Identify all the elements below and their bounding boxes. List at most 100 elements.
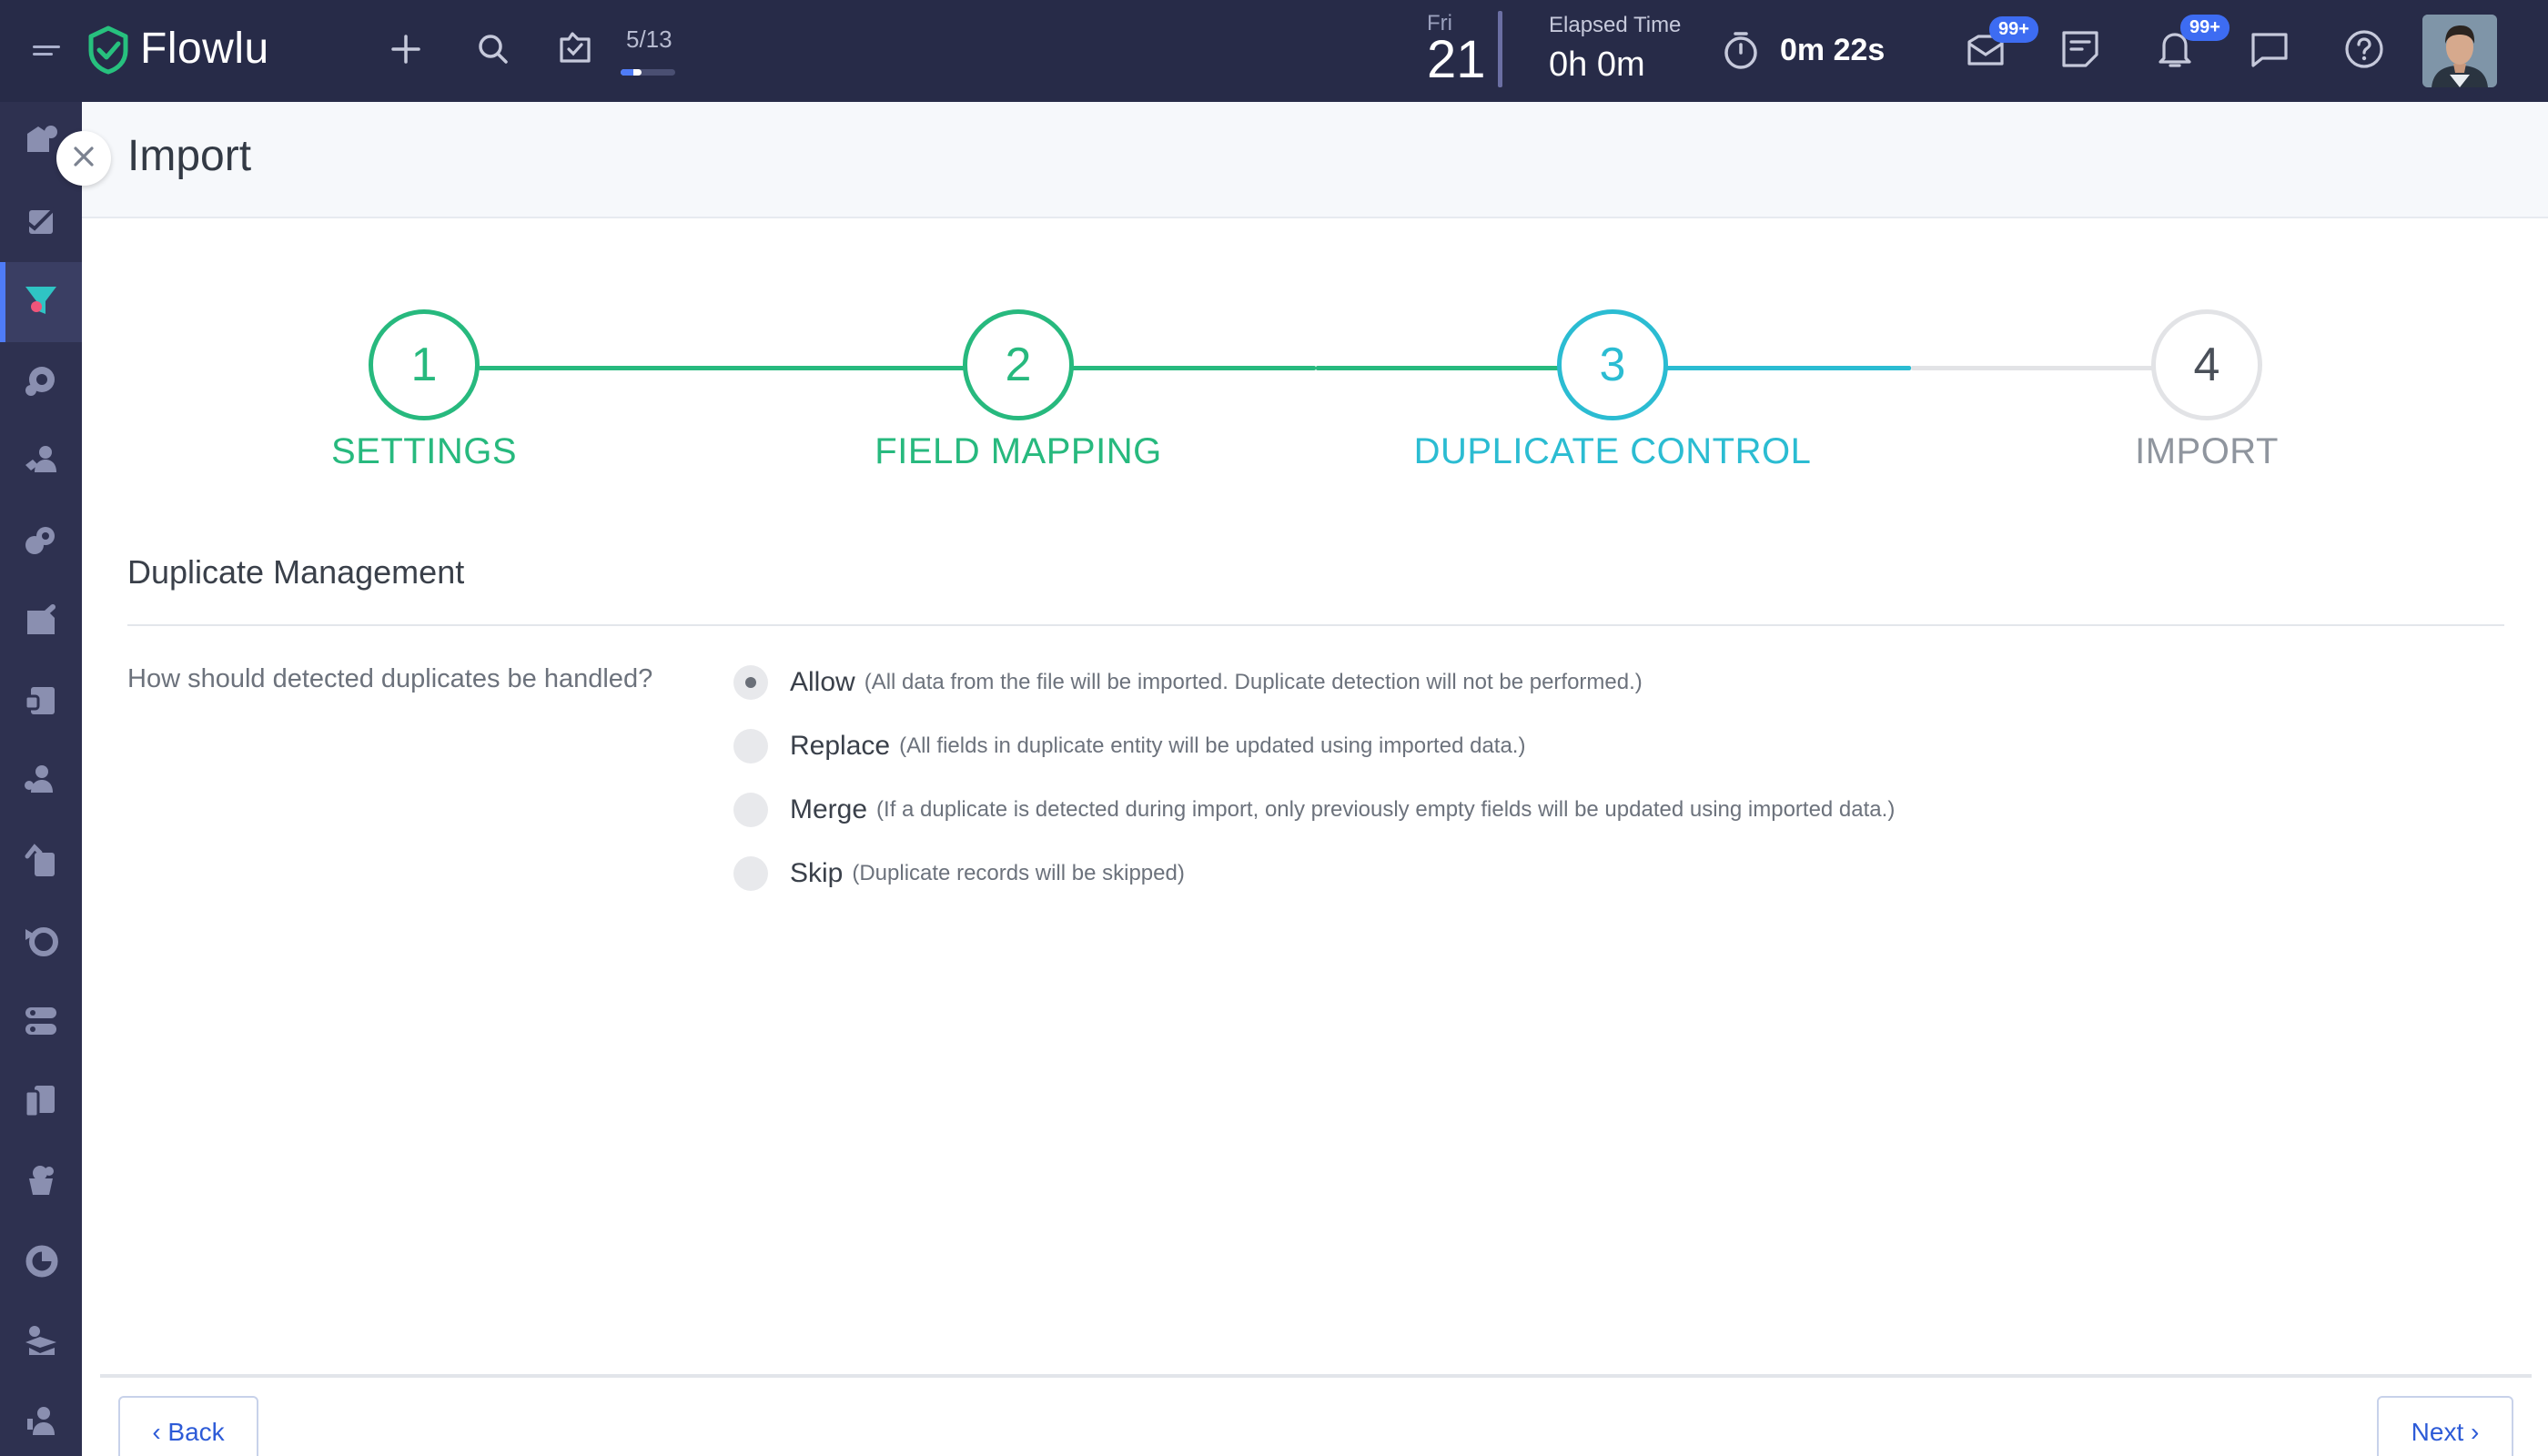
- footer-divider: [100, 1374, 2532, 1378]
- section-divider: [127, 624, 2504, 626]
- onboarding-progress-fill: [621, 69, 642, 76]
- timer-icon[interactable]: [1720, 29, 1762, 71]
- step-4-circle[interactable]: 4: [2151, 309, 2262, 420]
- option-merge[interactable]: Merge (If a duplicate is detected during…: [733, 790, 1895, 830]
- invoices-icon: [22, 602, 60, 644]
- sidebar-item-documents[interactable]: [0, 823, 82, 903]
- onboarding-count[interactable]: 5/13: [626, 25, 672, 54]
- step-3-label[interactable]: DUPLICATE CONTROL: [1321, 431, 1904, 472]
- step-connector-3a: [1665, 366, 1911, 370]
- sidebar-item-funnel[interactable]: [0, 262, 82, 342]
- option-merge-description: (If a duplicate is detected during impor…: [876, 797, 1896, 822]
- learning-icon: [22, 1322, 60, 1365]
- app-name[interactable]: Flowlu: [140, 24, 269, 74]
- sidebar-item-wiki[interactable]: [0, 1063, 82, 1143]
- option-allow-description: (All data from the file will be imported…: [864, 670, 1643, 694]
- step-3-circle[interactable]: 3: [1557, 309, 1668, 420]
- sidebar-item-knowledge[interactable]: [0, 662, 82, 743]
- projects-icon: [22, 361, 60, 404]
- option-replace-label[interactable]: Replace: [790, 731, 890, 762]
- plus-icon: [389, 33, 422, 70]
- radio-replace[interactable]: [733, 729, 768, 763]
- elapsed-label: Elapsed Time: [1549, 13, 1682, 37]
- date-divider: [1498, 11, 1502, 87]
- sidebar-item-agile[interactable]: [0, 903, 82, 983]
- chat-button[interactable]: [2244, 25, 2295, 76]
- onboarding-icon: [554, 26, 596, 73]
- sidebar-item-projects[interactable]: [0, 342, 82, 422]
- option-allow[interactable]: Allow (All data from the file will be im…: [733, 662, 1643, 703]
- step-connector-2a: [1072, 366, 1316, 370]
- sidebar-item-reports[interactable]: [0, 1223, 82, 1303]
- notifications-button[interactable]: 99+: [2149, 14, 2230, 76]
- menu-icon[interactable]: [33, 40, 66, 62]
- step-connector-1: [479, 366, 966, 370]
- option-skip[interactable]: Skip (Duplicate records will be skipped): [733, 854, 1185, 894]
- section-title: Duplicate Management: [127, 553, 465, 591]
- radio-allow-dot: [745, 677, 756, 688]
- next-button[interactable]: Next ›: [2377, 1396, 2513, 1456]
- option-skip-description: (Duplicate records will be skipped): [852, 861, 1185, 885]
- top-bar: Flowlu 5/13 Fri 21 Elapsed Time 0h 0m 0m…: [0, 0, 2548, 102]
- step-2-label[interactable]: FIELD MAPPING: [727, 431, 1309, 472]
- help-icon: [2344, 29, 2384, 74]
- radio-skip[interactable]: [733, 856, 768, 891]
- radio-merge[interactable]: [733, 793, 768, 827]
- option-skip-label[interactable]: Skip: [790, 858, 843, 889]
- search-icon: [477, 33, 510, 70]
- team-icon: [22, 441, 60, 484]
- notes-icon: [2060, 29, 2100, 74]
- close-icon: [71, 144, 96, 174]
- onboarding-progress: [621, 69, 675, 76]
- sidebar-item-team[interactable]: [0, 422, 82, 502]
- mail-badge: 99+: [1989, 15, 2038, 43]
- contacts-icon: [22, 762, 60, 804]
- flowlu-logo-icon[interactable]: [86, 25, 131, 75]
- workflow-icon: [22, 1002, 60, 1045]
- avatar[interactable]: [2422, 15, 2497, 87]
- back-button[interactable]: ‹ Back: [118, 1396, 258, 1456]
- mail-icon: 99+: [1966, 15, 2038, 72]
- reports-icon: [22, 1242, 60, 1285]
- elapsed-value[interactable]: 0h 0m: [1549, 46, 1645, 85]
- wiki-icon: [22, 1082, 60, 1125]
- step-1-label[interactable]: SETTINGS: [133, 431, 715, 472]
- option-allow-label[interactable]: Allow: [790, 667, 855, 698]
- agile-icon: [22, 922, 60, 965]
- radio-allow[interactable]: [733, 665, 768, 700]
- sidebar: [0, 102, 82, 1456]
- date-day[interactable]: 21: [1427, 33, 1486, 87]
- tasks-icon: [22, 201, 60, 244]
- step-1-circle[interactable]: 1: [369, 309, 480, 420]
- sidebar-item-invoices[interactable]: [0, 582, 82, 662]
- timer-value[interactable]: 0m 22s: [1780, 33, 1885, 68]
- option-merge-label[interactable]: Merge: [790, 794, 867, 825]
- mail-button[interactable]: 99+: [1960, 15, 2038, 76]
- sales-icon: [22, 1162, 60, 1205]
- step-2-circle[interactable]: 2: [963, 309, 1074, 420]
- step-connector-2b: [1316, 366, 1562, 370]
- add-button[interactable]: [380, 25, 431, 76]
- option-replace[interactable]: Replace (All fields in duplicate entity …: [733, 726, 1525, 766]
- onboarding-button[interactable]: [550, 24, 601, 75]
- step-connector-3b: [1911, 366, 2155, 370]
- close-button[interactable]: [56, 131, 111, 186]
- notes-button[interactable]: [2055, 25, 2106, 76]
- sidebar-item-settings[interactable]: [0, 1383, 82, 1456]
- search-button[interactable]: [468, 25, 519, 76]
- step-4-label[interactable]: IMPORT: [1916, 431, 2498, 472]
- sidebar-item-finance[interactable]: [0, 502, 82, 582]
- sidebar-item-contacts[interactable]: [0, 743, 82, 823]
- help-button[interactable]: [2339, 25, 2390, 76]
- settings-icon: [22, 1402, 60, 1445]
- option-replace-description: (All fields in duplicate entity will be …: [899, 733, 1526, 758]
- sidebar-item-sales[interactable]: [0, 1143, 82, 1223]
- knowledge-icon: [22, 682, 60, 724]
- duplicates-question: How should detected duplicates be handle…: [127, 664, 653, 693]
- page-header: [82, 102, 2548, 218]
- sidebar-item-learning[interactable]: [0, 1303, 82, 1383]
- page-title: Import: [127, 132, 252, 180]
- sidebar-item-workflow[interactable]: [0, 983, 82, 1063]
- sidebar-item-tasks[interactable]: [0, 182, 82, 262]
- chat-icon: [2250, 29, 2290, 74]
